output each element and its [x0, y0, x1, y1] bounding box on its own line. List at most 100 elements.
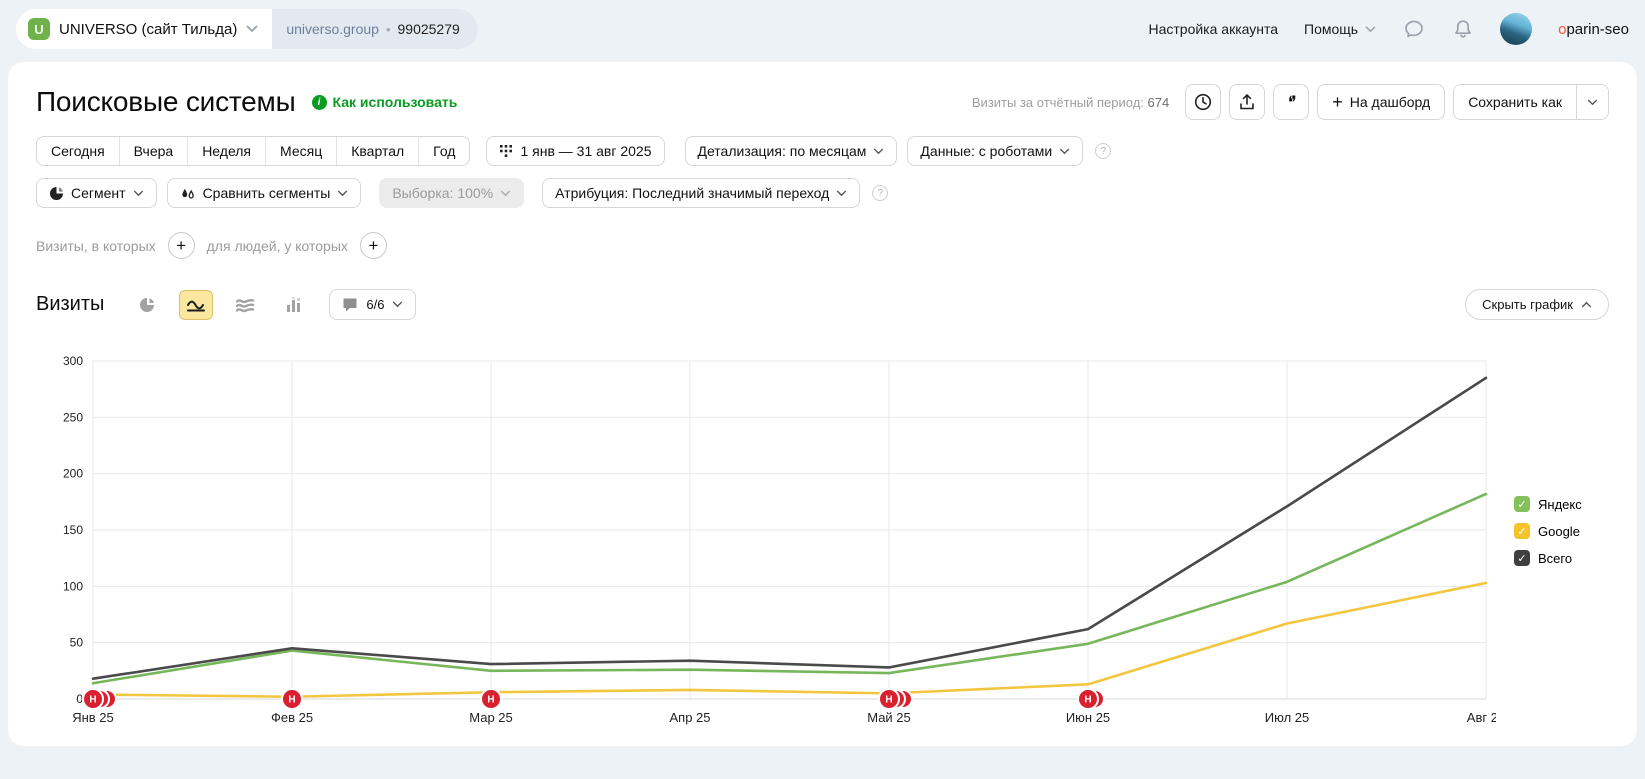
counter-selector: U UNIVERSO (сайт Тильда) universo.group … [16, 9, 478, 49]
chart-legend: ✓ Яндекс ✓ Google ✓ Всего [1496, 346, 1582, 738]
compare-segments-icon [181, 188, 194, 199]
how-to-use-label: Как использовать [332, 94, 458, 110]
counter-name: UNIVERSO (сайт Тильда) [59, 20, 238, 38]
legend-item-total[interactable]: ✓ Всего [1514, 550, 1582, 566]
visits-total-value: 674 [1147, 94, 1170, 110]
add-to-dashboard-label: На дашборд [1349, 94, 1431, 110]
visits-total: Визиты за отчётный период: 674 [972, 95, 1169, 110]
segment-dropdown[interactable]: Сегмент [36, 178, 157, 208]
save-as-dropdown-button[interactable] [1576, 85, 1608, 119]
chat-icon[interactable] [1402, 17, 1426, 41]
svg-text:300: 300 [63, 354, 83, 368]
svg-text:Мар 25: Мар 25 [469, 710, 513, 725]
counter-domain-chip[interactable]: universo.group • 99025279 [272, 9, 478, 49]
svg-text:Н: Н [288, 695, 295, 706]
export-icon [1240, 94, 1255, 110]
compare-segments-dropdown[interactable]: Сравнить сегменты [166, 178, 362, 208]
line-chart-icon [187, 300, 206, 311]
svg-text:Июл 25: Июл 25 [1265, 710, 1309, 725]
legend-label: Всего [1538, 550, 1573, 566]
checkbox-checked-icon: ✓ [1514, 550, 1530, 566]
period-month[interactable]: Месяц [265, 137, 336, 165]
segments-row: Сегмент Сравнить сегменты Выборка: 100% … [36, 178, 1609, 208]
counter-selector-main[interactable]: U UNIVERSO (сайт Тильда) [16, 9, 273, 49]
clock-icon [1195, 93, 1212, 111]
add-to-dashboard-button[interactable]: + На дашборд [1317, 84, 1446, 120]
counter-id: 99025279 [397, 21, 460, 37]
chevron-down-icon [246, 25, 258, 33]
svg-text:Янв 25: Янв 25 [72, 710, 114, 725]
chevron-down-icon [1060, 148, 1070, 154]
chevron-down-icon [133, 190, 143, 196]
add-visits-filter-button[interactable]: + [167, 232, 195, 259]
chart-type-switcher [130, 289, 311, 320]
date-range-picker[interactable]: 1 янв — 31 авг 2025 [486, 136, 665, 166]
help-label: Помощь [1304, 21, 1359, 37]
column-chart-type-button[interactable] [277, 290, 311, 320]
period-today[interactable]: Сегодня [37, 137, 119, 165]
period-quarter[interactable]: Квартал [336, 137, 418, 165]
help-question-icon[interactable]: ? [872, 185, 889, 201]
column-chart-icon [287, 296, 301, 312]
legend-item-yandex[interactable]: ✓ Яндекс [1514, 496, 1582, 512]
annotations-dropdown[interactable]: 6/6 [329, 289, 417, 320]
attribution-dropdown[interactable]: Атрибуция: Последний значимый переход [542, 178, 861, 208]
bullet-separator: • [385, 21, 391, 37]
periods-row: Сегодня Вчера Неделя Месяц Квартал Год 1… [36, 136, 1609, 166]
checkbox-checked-icon: ✓ [1514, 496, 1530, 512]
chevron-up-icon [1581, 301, 1592, 308]
attribution-label: Атрибуция: Последний значимый переход [555, 185, 830, 201]
svg-text:150: 150 [63, 523, 83, 537]
svg-text:Май 25: Май 25 [867, 710, 911, 725]
svg-text:Н: Н [487, 695, 494, 706]
hide-chart-button[interactable]: Скрыть график [1465, 289, 1609, 320]
svg-text:50: 50 [70, 636, 84, 650]
username[interactable]: oparin-seo [1558, 21, 1629, 38]
line-chart-type-button[interactable] [179, 289, 214, 320]
metric-title: Визиты [36, 293, 105, 315]
hide-chart-label: Скрыть график [1482, 297, 1573, 312]
chevron-down-icon [501, 190, 511, 196]
data-mode-label: Данные: с роботами [920, 143, 1053, 159]
legend-item-google[interactable]: ✓ Google [1514, 523, 1582, 539]
svg-text:Авг 25: Авг 25 [1467, 710, 1496, 725]
data-mode-dropdown[interactable]: Данные: с роботами [907, 136, 1084, 166]
chevron-down-icon [1365, 26, 1376, 32]
save-as-button[interactable]: Сохранить как [1454, 85, 1576, 119]
period-year[interactable]: Год [418, 137, 469, 165]
username-rest: parin-seo [1566, 20, 1629, 38]
period-yesterday[interactable]: Вчера [118, 137, 188, 165]
chevron-down-icon [338, 190, 348, 196]
svg-text:Фев 25: Фев 25 [271, 710, 313, 725]
svg-text:Июн 25: Июн 25 [1066, 710, 1110, 725]
chevron-down-icon [393, 301, 403, 308]
pie-chart-icon [140, 297, 155, 312]
export-button[interactable] [1229, 84, 1266, 120]
visits-line-chart[interactable]: 050100150200250300Янв 25 Фев 25 Мар 25 Апр … [36, 346, 1496, 738]
date-range-label: 1 янв — 31 авг 2025 [520, 143, 652, 159]
how-to-use-link[interactable]: i Как использовать [311, 94, 458, 110]
pie-chart-type-button[interactable] [130, 290, 164, 320]
detalization-dropdown[interactable]: Детализация: по месяцам [684, 136, 898, 166]
help-menu[interactable]: Помощь [1304, 21, 1376, 37]
info-icon: i [311, 94, 327, 110]
sampling-label: Выборка: 100% [392, 185, 494, 201]
bell-icon[interactable] [1452, 17, 1474, 41]
svg-text:Н: Н [1084, 695, 1091, 706]
comments-icon: ❛❜ [1287, 92, 1297, 112]
add-people-filter-button[interactable]: + [359, 232, 387, 259]
metric-row: Визиты 6/6 Скрыть график [36, 289, 1609, 320]
help-question-icon[interactable]: ? [1095, 143, 1112, 159]
stacked-area-chart-type-button[interactable] [228, 290, 262, 320]
calendar-grid-icon [500, 145, 513, 157]
visits-total-label: Визиты за отчётный период: [971, 94, 1144, 110]
avatar[interactable] [1500, 13, 1533, 45]
account-settings-link[interactable]: Настройка аккаунта [1148, 21, 1278, 37]
sampling-dropdown[interactable]: Выборка: 100% [379, 178, 525, 208]
svg-text:250: 250 [63, 410, 83, 424]
chart-comments-button[interactable]: ❛❜ [1273, 84, 1310, 120]
save-as-split-button: Сохранить как [1453, 84, 1609, 120]
period-week[interactable]: Неделя [187, 137, 265, 165]
schedule-report-button[interactable] [1185, 84, 1222, 120]
chart-area: 0 50 100 150 200 250 300 Янв 25 Фев 25 Мар 25 Апр … [36, 346, 1609, 738]
